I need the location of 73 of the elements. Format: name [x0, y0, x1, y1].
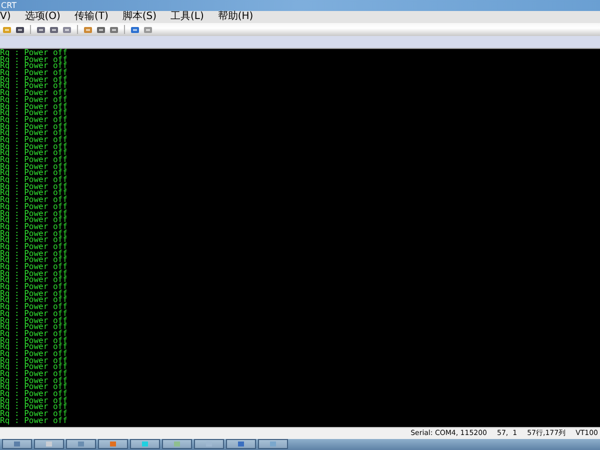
taskbar-button[interactable]: [194, 439, 224, 449]
terminal-line: Rq : Power off: [0, 136, 68, 144]
taskbar-button[interactable]: [162, 439, 192, 449]
app-icon: [140, 441, 150, 447]
terminal-line: Rq : Power off: [0, 70, 68, 77]
app-icon: [12, 441, 22, 447]
terminal-line: Rq : Power off: [0, 144, 68, 150]
terminal-line: Rq : Power off: [0, 344, 68, 351]
terminal-line: Rq : Power off: [0, 177, 68, 184]
terminal-line: Rq : Power off: [0, 310, 68, 318]
terminal-line: Rq : Power off: [0, 330, 68, 338]
terminal-line: Rq : Power off: [0, 358, 68, 364]
terminal-line: Rq : Power off: [0, 50, 68, 57]
terminal-line: Rq : Power off: [0, 157, 68, 164]
app-icon: [236, 441, 246, 447]
window-title: CRT: [0, 0, 16, 10]
taskbar-button[interactable]: [98, 439, 128, 449]
menu-item[interactable]: 选项(O): [24, 11, 60, 23]
terminal-line: Rq : Power off: [0, 56, 68, 64]
app-icon: [268, 441, 278, 447]
terminal-line: Rq : Power off: [0, 318, 68, 324]
terminal-line: Rq : Power off: [0, 411, 68, 418]
terminal-line: Rq : Power off: [0, 130, 68, 137]
terminal-line: Rq : Power off: [0, 237, 68, 244]
terminal-line: Rq : Power off: [0, 184, 68, 190]
terminal-line: Rq : Power off: [0, 338, 68, 344]
menu-item[interactable]: 传输(T): [74, 11, 108, 23]
terminal-line: Rq : Power off: [0, 116, 68, 124]
terminal-line: Rq : Power off: [0, 391, 68, 398]
terminal-line: Rq : Power off: [0, 270, 68, 278]
terminal-line: Rq : Power off: [0, 110, 68, 117]
taskbar-button[interactable]: [2, 439, 32, 449]
terminal-line: Rq : Power off: [0, 244, 68, 251]
terminal-line: Rq : Power off: [0, 284, 68, 291]
terminal-line: Rq : Power off: [0, 124, 68, 130]
taskbar-button[interactable]: [34, 439, 64, 449]
terminal-line: Rq : Power off: [0, 150, 68, 157]
app-icon: [76, 441, 86, 447]
terminal-line: Rq : Power off: [0, 324, 68, 331]
taskbar-button[interactable]: [226, 439, 256, 449]
menu-item[interactable]: 工具(L): [170, 11, 204, 23]
terminal-line: Rq : Power off: [0, 364, 68, 371]
terminal-line: Rq : Power off: [0, 371, 68, 378]
app-icon: [44, 441, 54, 447]
terminal-line: Rq : Power off: [0, 197, 68, 204]
app-icon: [204, 441, 214, 447]
app-icon: [172, 441, 182, 447]
terminal-line: Rq : Power off: [0, 257, 68, 264]
terminal-line: Rq : Power off: [0, 250, 68, 258]
taskbar-button[interactable]: [66, 439, 96, 449]
terminal-line: Rq : Power off: [0, 304, 68, 311]
terminal-line: Rq : Power off: [0, 96, 68, 104]
menu-item[interactable]: V): [0, 11, 11, 23]
terminal-line: Rq : Power off: [0, 104, 68, 110]
terminal-line: Rq : Power off: [0, 230, 68, 238]
terminal-line: Rq : Power off: [0, 76, 68, 84]
terminal-line: Rq : Power off: [0, 398, 68, 404]
terminal-line: Rq : Power off: [0, 217, 68, 224]
terminal-line: Rq : Power off: [0, 224, 68, 231]
terminal-line: Rq : Power off: [0, 164, 68, 170]
terminal-line: Rq : Power off: [0, 264, 68, 271]
taskbar-button[interactable]: [130, 439, 160, 449]
taskbar-button[interactable]: [258, 439, 288, 449]
menu-item[interactable]: 帮助(H): [218, 11, 254, 23]
terminal-line: Rq : Power off: [0, 350, 68, 358]
terminal-line: Rq : Power off: [0, 90, 68, 97]
terminal-line: Rq : Power off: [0, 418, 68, 424]
terminal-line: Rq : Power off: [0, 378, 68, 384]
terminal-line: Rq : Power off: [0, 210, 68, 218]
terminal-line: Rq : Power off: [0, 290, 68, 298]
app-icon: [108, 441, 118, 447]
terminal-line: Rq : Power off: [0, 204, 68, 210]
menu-item[interactable]: 脚本(S): [122, 11, 157, 23]
